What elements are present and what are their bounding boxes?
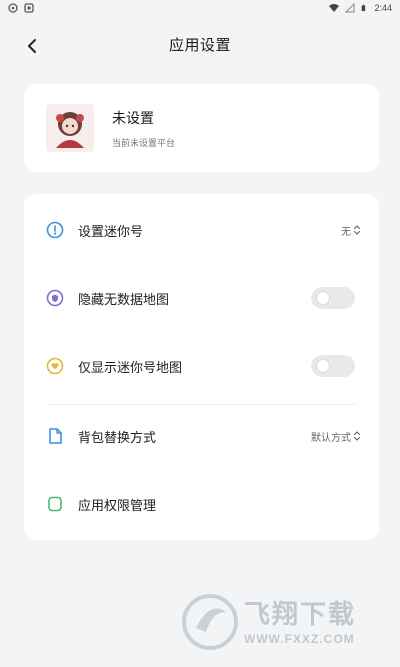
avatar xyxy=(46,104,94,152)
profile-name: 未设置 xyxy=(112,111,154,127)
settings-card: 设置迷你号 无 隐藏无数据地图 仅显示迷你号地图 背包替换方式 默认方式 应用权… xyxy=(24,194,379,540)
document-icon xyxy=(49,428,62,444)
setting-label: 隐藏无数据地图 xyxy=(78,292,170,308)
shield-icon xyxy=(46,289,64,307)
setting-hide-empty-maps: 隐藏无数据地图 xyxy=(24,272,379,324)
status-bar: 2:44 xyxy=(0,0,400,18)
square-icon xyxy=(48,496,62,512)
page-title: 应用设置 xyxy=(168,36,231,54)
setting-backpack-replace[interactable]: 背包替换方式 默认方式 xyxy=(24,410,379,462)
status-right: 2:44 xyxy=(329,3,392,13)
setting-label: 仅显示迷你号地图 xyxy=(78,360,183,376)
profile-subtitle: 当前未设置平台 xyxy=(112,139,176,149)
setting-label: 应用权限管理 xyxy=(78,498,157,514)
hide-empty-maps-toggle[interactable] xyxy=(311,287,355,309)
watermark-title: 飞翔下载 xyxy=(244,600,357,630)
toggle-knob xyxy=(317,292,329,304)
watermark: 飞翔下载 WWW.FXXZ.COM xyxy=(182,590,392,656)
pin-icon xyxy=(46,221,64,239)
watermark-logo-icon xyxy=(182,594,238,650)
signal-icon xyxy=(345,3,355,13)
updown-chevron-icon xyxy=(353,225,361,235)
setting-value: 无 xyxy=(341,226,351,238)
status-left xyxy=(8,3,34,13)
header: 应用设置 xyxy=(0,26,400,66)
toggle-knob xyxy=(317,360,329,372)
setting-only-mini-maps: 仅显示迷你号地图 xyxy=(24,340,379,392)
battery-icon xyxy=(362,4,366,12)
updown-chevron-icon xyxy=(353,431,361,441)
setting-value: 默认方式 xyxy=(311,432,351,444)
profile-card[interactable]: 未设置 当前未设置平台 xyxy=(24,84,379,172)
setting-mini-id[interactable]: 设置迷你号 无 xyxy=(24,204,379,256)
avatar-image xyxy=(46,104,94,152)
setting-label: 设置迷你号 xyxy=(78,224,144,240)
setting-label: 背包替换方式 xyxy=(78,430,157,446)
app-icon xyxy=(24,3,34,13)
watermark-url: WWW.FXXZ.COM xyxy=(244,632,355,646)
divider xyxy=(46,404,357,405)
only-mini-maps-toggle[interactable] xyxy=(311,355,355,377)
heart-icon xyxy=(46,357,64,375)
chat-icon xyxy=(8,3,18,13)
wifi-icon xyxy=(329,4,340,12)
status-time: 2:44 xyxy=(374,3,392,13)
setting-app-permissions[interactable]: 应用权限管理 xyxy=(24,478,379,530)
